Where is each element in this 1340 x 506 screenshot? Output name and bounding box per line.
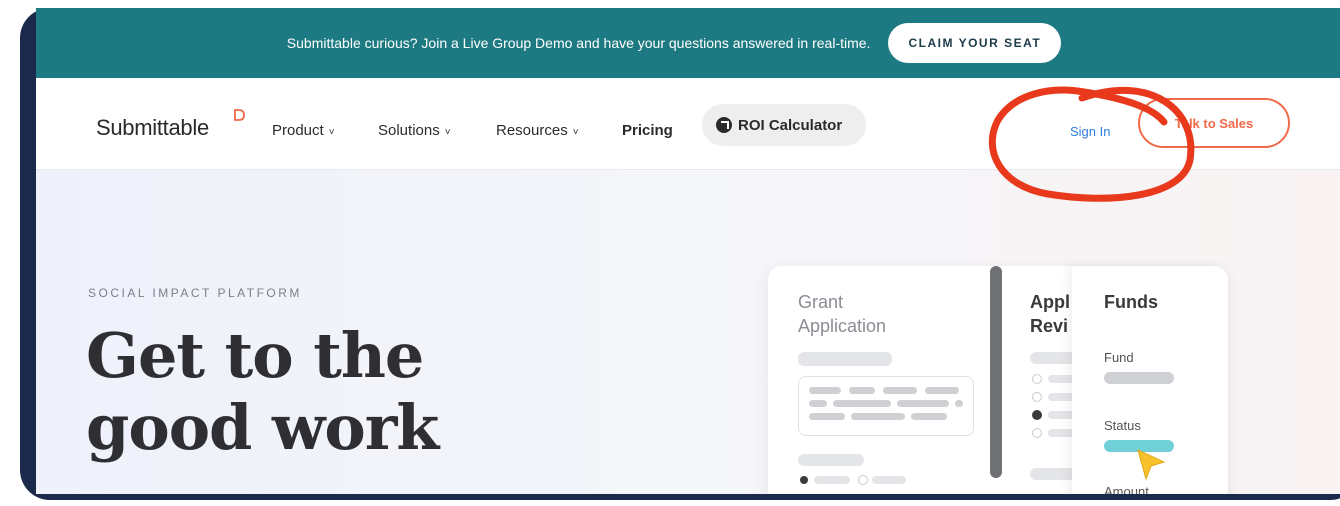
nav-solutions-label: Solutions — [378, 122, 440, 139]
radio-option — [1032, 428, 1042, 438]
placeholder-bar — [798, 454, 864, 466]
hero-section: SOCIAL IMPACT PLATFORM Get to the good w… — [36, 170, 1340, 494]
logo-mark-icon — [234, 109, 245, 121]
radio-option — [1032, 392, 1042, 402]
amount-label: Amount — [1104, 484, 1149, 494]
chevron-down-icon: ˅ — [444, 127, 451, 138]
nav-product-label: Product — [272, 122, 324, 139]
fund-placeholder — [1104, 372, 1174, 384]
placeholder-textbox — [798, 376, 974, 436]
roi-calculator-label: ROI Calculator — [738, 116, 843, 134]
hero-headline: Get to the good work — [86, 319, 439, 464]
funds-panel: Funds Fund Status Amount — [1072, 266, 1228, 494]
banner-text: Submittable curious? Join a Live Group D… — [286, 35, 871, 51]
sign-in-link[interactable]: Sign In — [1070, 124, 1110, 139]
cursor-arrow-icon — [1137, 449, 1166, 481]
nav-resources[interactable]: Resources ˅ — [496, 122, 579, 142]
talk-to-sales-button[interactable]: Talk to Sales — [1138, 98, 1290, 148]
headline-line-1: Get to the — [86, 319, 424, 392]
placeholder-bar — [798, 352, 892, 366]
funds-title: Funds — [1104, 292, 1158, 312]
roi-calculator-button[interactable]: ROI Calculator — [702, 104, 866, 146]
mockup-scrollbar — [990, 266, 1002, 478]
headline-line-2: good work — [86, 391, 439, 464]
status-label: Status — [1104, 418, 1141, 433]
chevron-down-icon: ˅ — [328, 127, 335, 138]
grant-title-2: Application — [798, 316, 887, 336]
main-nav: Submittable Product ˅ Solutions ˅ Resource… — [36, 78, 1340, 170]
claim-seat-button[interactable]: CLAIM YOUR SEAT — [888, 23, 1062, 63]
radio-selected — [800, 476, 808, 484]
nav-product[interactable]: Product ˅ — [272, 122, 335, 142]
nav-resources-label: Resources — [496, 122, 568, 139]
radio-option — [858, 475, 868, 485]
fund-label: Fund — [1104, 350, 1134, 365]
logo[interactable]: Submittable — [96, 116, 209, 140]
arrow-circle-icon — [716, 117, 732, 133]
nav-solutions[interactable]: Solutions ˅ — [378, 122, 451, 142]
review-title-2: Revi — [1030, 316, 1069, 336]
promo-banner: Submittable curious? Join a Live Group D… — [36, 8, 1340, 78]
radio-option — [1032, 374, 1042, 384]
chevron-down-icon: ˅ — [572, 127, 579, 138]
hero-eyebrow: SOCIAL IMPACT PLATFORM — [88, 286, 302, 300]
review-title-1: Appl — [1030, 292, 1070, 312]
grant-title-1: Grant — [798, 292, 844, 312]
browser-viewport: Submittable curious? Join a Live Group D… — [36, 8, 1340, 494]
radio-selected — [1032, 410, 1042, 420]
nav-pricing[interactable]: Pricing — [622, 122, 673, 140]
